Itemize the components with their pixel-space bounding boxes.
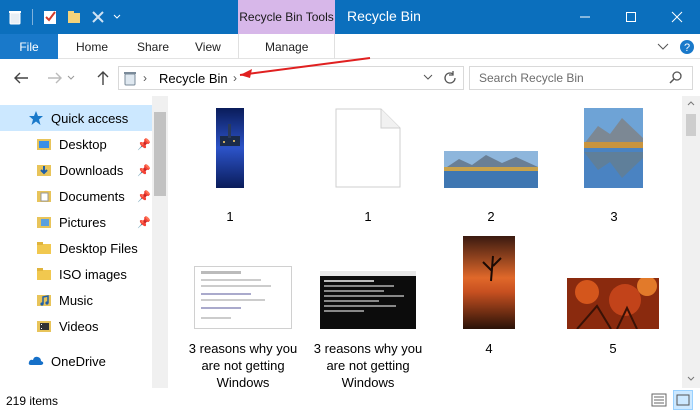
- sidebar-scrollbar-thumb[interactable]: [154, 112, 166, 196]
- sidebar-item-iso-images[interactable]: ISO images: [0, 261, 152, 287]
- properties-icon[interactable]: [39, 6, 61, 28]
- music-icon: [36, 292, 52, 308]
- sidebar-item-desktop-files[interactable]: Desktop Files: [0, 235, 152, 261]
- back-arrow-icon[interactable]: [10, 67, 32, 89]
- sidebar-item-label: Documents: [59, 188, 125, 204]
- status-bar: 219 items: [0, 388, 700, 414]
- tab-home[interactable]: Home: [76, 34, 108, 59]
- sidebar-item-documents[interactable]: Documents 📌: [0, 183, 152, 209]
- sidebar-item-label: ISO images: [59, 266, 127, 282]
- blank-document-icon[interactable]: [335, 108, 401, 188]
- content-scrollbar-thumb[interactable]: [686, 114, 696, 136]
- breadcrumb-recycle-bin[interactable]: Recycle Bin: [159, 71, 228, 86]
- window-title: Recycle Bin: [347, 8, 421, 24]
- expand-ribbon-chevron-icon[interactable]: [657, 34, 669, 59]
- recycle-bin-tools-tab[interactable]: Recycle Bin Tools: [238, 0, 335, 34]
- maximize-icon[interactable]: [608, 0, 654, 34]
- minimize-icon[interactable]: [562, 0, 608, 34]
- ribbon-tabs: File Home Share View Manage ?: [0, 34, 700, 59]
- file-name-label[interactable]: 1: [338, 208, 398, 225]
- sidebar-scrollbar[interactable]: [152, 96, 168, 388]
- navigation-bar: › Recycle Bin › Search Recycle Bin: [0, 59, 700, 96]
- file-name-label[interactable]: 2: [461, 208, 521, 225]
- sidebar-item-label: Videos: [59, 318, 99, 334]
- up-arrow-icon[interactable]: [92, 67, 114, 89]
- sidebar-item-onedrive[interactable]: OneDrive: [0, 348, 152, 374]
- scroll-up-chevron-icon[interactable]: [687, 100, 695, 106]
- file-view: 1 1 2 3 3 reasons why you are not gettin…: [168, 96, 682, 388]
- pin-icon[interactable]: 📌: [137, 216, 151, 229]
- sidebar-item-label: Music: [59, 292, 93, 308]
- tab-view[interactable]: View: [195, 34, 221, 59]
- pin-icon[interactable]: 📌: [137, 138, 151, 151]
- sidebar-item-label: Quick access: [51, 110, 129, 126]
- sidebar-item-pictures[interactable]: Pictures 📌: [0, 209, 152, 235]
- sidebar-item-downloads[interactable]: Downloads 📌: [0, 157, 152, 183]
- documents-icon: [36, 188, 52, 204]
- cloud-icon: [28, 353, 44, 369]
- breadcrumb-separator-icon[interactable]: ›: [143, 71, 147, 85]
- sidebar-item-label: Desktop: [59, 136, 107, 152]
- recycle-bin-icon: [4, 6, 26, 28]
- recent-locations-chevron-icon[interactable]: [64, 67, 78, 89]
- file-name-label[interactable]: 3: [584, 208, 644, 225]
- file-thumbnail-article-screenshot[interactable]: [194, 266, 292, 329]
- file-name-label[interactable]: 1: [200, 208, 260, 225]
- svg-text:?: ?: [684, 42, 690, 54]
- address-dropdown-chevron-icon[interactable]: [423, 71, 433, 85]
- tab-manage[interactable]: Manage: [265, 34, 308, 59]
- file-name-label[interactable]: 5: [583, 340, 643, 357]
- file-thumbnail-sunset-tree[interactable]: [463, 236, 515, 329]
- sidebar-item-label: Downloads: [59, 162, 124, 178]
- desktop-icon: [36, 136, 52, 152]
- file-thumbnail-autumn-leaves[interactable]: [567, 276, 659, 330]
- sidebar-item-quick-access[interactable]: Quick access: [0, 105, 152, 131]
- download-icon: [36, 162, 52, 178]
- pin-icon[interactable]: 📌: [137, 190, 151, 203]
- videos-icon: [36, 318, 52, 334]
- new-folder-icon[interactable]: [63, 6, 85, 28]
- details-view-icon[interactable]: [651, 392, 667, 411]
- file-tab[interactable]: File: [0, 34, 58, 59]
- file-thumbnail-mountain-lake[interactable]: [444, 151, 538, 188]
- quick-access-toolbar: [4, 6, 123, 28]
- item-count: 219 items: [6, 394, 59, 408]
- delete-icon[interactable]: [87, 6, 109, 28]
- sidebar-item-videos[interactable]: Videos: [0, 313, 152, 339]
- file-thumbnail-mountain-reflection[interactable]: [584, 108, 643, 188]
- tab-share[interactable]: Share: [137, 34, 169, 59]
- folder-icon: [36, 240, 52, 256]
- address-bar[interactable]: › Recycle Bin ›: [118, 66, 464, 90]
- file-name-label[interactable]: 4: [459, 340, 519, 357]
- close-icon[interactable]: [654, 0, 700, 34]
- scroll-down-chevron-icon[interactable]: [687, 376, 695, 382]
- sidebar-item-label: OneDrive: [51, 353, 106, 369]
- recycle-bin-small-icon: [123, 70, 137, 89]
- file-thumbnail-lake-castle[interactable]: [216, 108, 244, 188]
- help-icon[interactable]: ?: [679, 34, 695, 59]
- customize-toolbar-chevron-icon[interactable]: [111, 6, 123, 28]
- title-bar: Recycle Bin Tools Recycle Bin: [0, 0, 700, 34]
- breadcrumb-chevron-icon[interactable]: ›: [233, 71, 237, 85]
- navigation-pane: Quick access Desktop 📌 Downloads 📌 Docum…: [0, 96, 168, 388]
- refresh-icon[interactable]: [442, 70, 458, 89]
- file-name-label[interactable]: 3 reasons why you are not getting Window…: [188, 340, 298, 388]
- file-name-label[interactable]: 3 reasons why you are not getting Window…: [313, 340, 423, 388]
- file-thumbnail-command-prompt[interactable]: [320, 271, 416, 329]
- sidebar-item-music[interactable]: Music: [0, 287, 152, 313]
- forward-arrow-icon[interactable]: [44, 67, 66, 89]
- search-input[interactable]: Search Recycle Bin: [469, 66, 693, 90]
- search-placeholder: Search Recycle Bin: [479, 71, 584, 85]
- sidebar-item-label: Pictures: [59, 214, 106, 230]
- pin-icon[interactable]: 📌: [137, 164, 151, 177]
- star-icon: [28, 110, 44, 126]
- search-icon[interactable]: [668, 70, 684, 89]
- large-icons-view-icon[interactable]: [673, 390, 693, 410]
- sidebar-item-label: Desktop Files: [59, 240, 138, 256]
- content-scrollbar[interactable]: [682, 96, 700, 388]
- pictures-icon: [36, 214, 52, 230]
- folder-icon: [36, 266, 52, 282]
- sidebar-item-desktop[interactable]: Desktop 📌: [0, 131, 152, 157]
